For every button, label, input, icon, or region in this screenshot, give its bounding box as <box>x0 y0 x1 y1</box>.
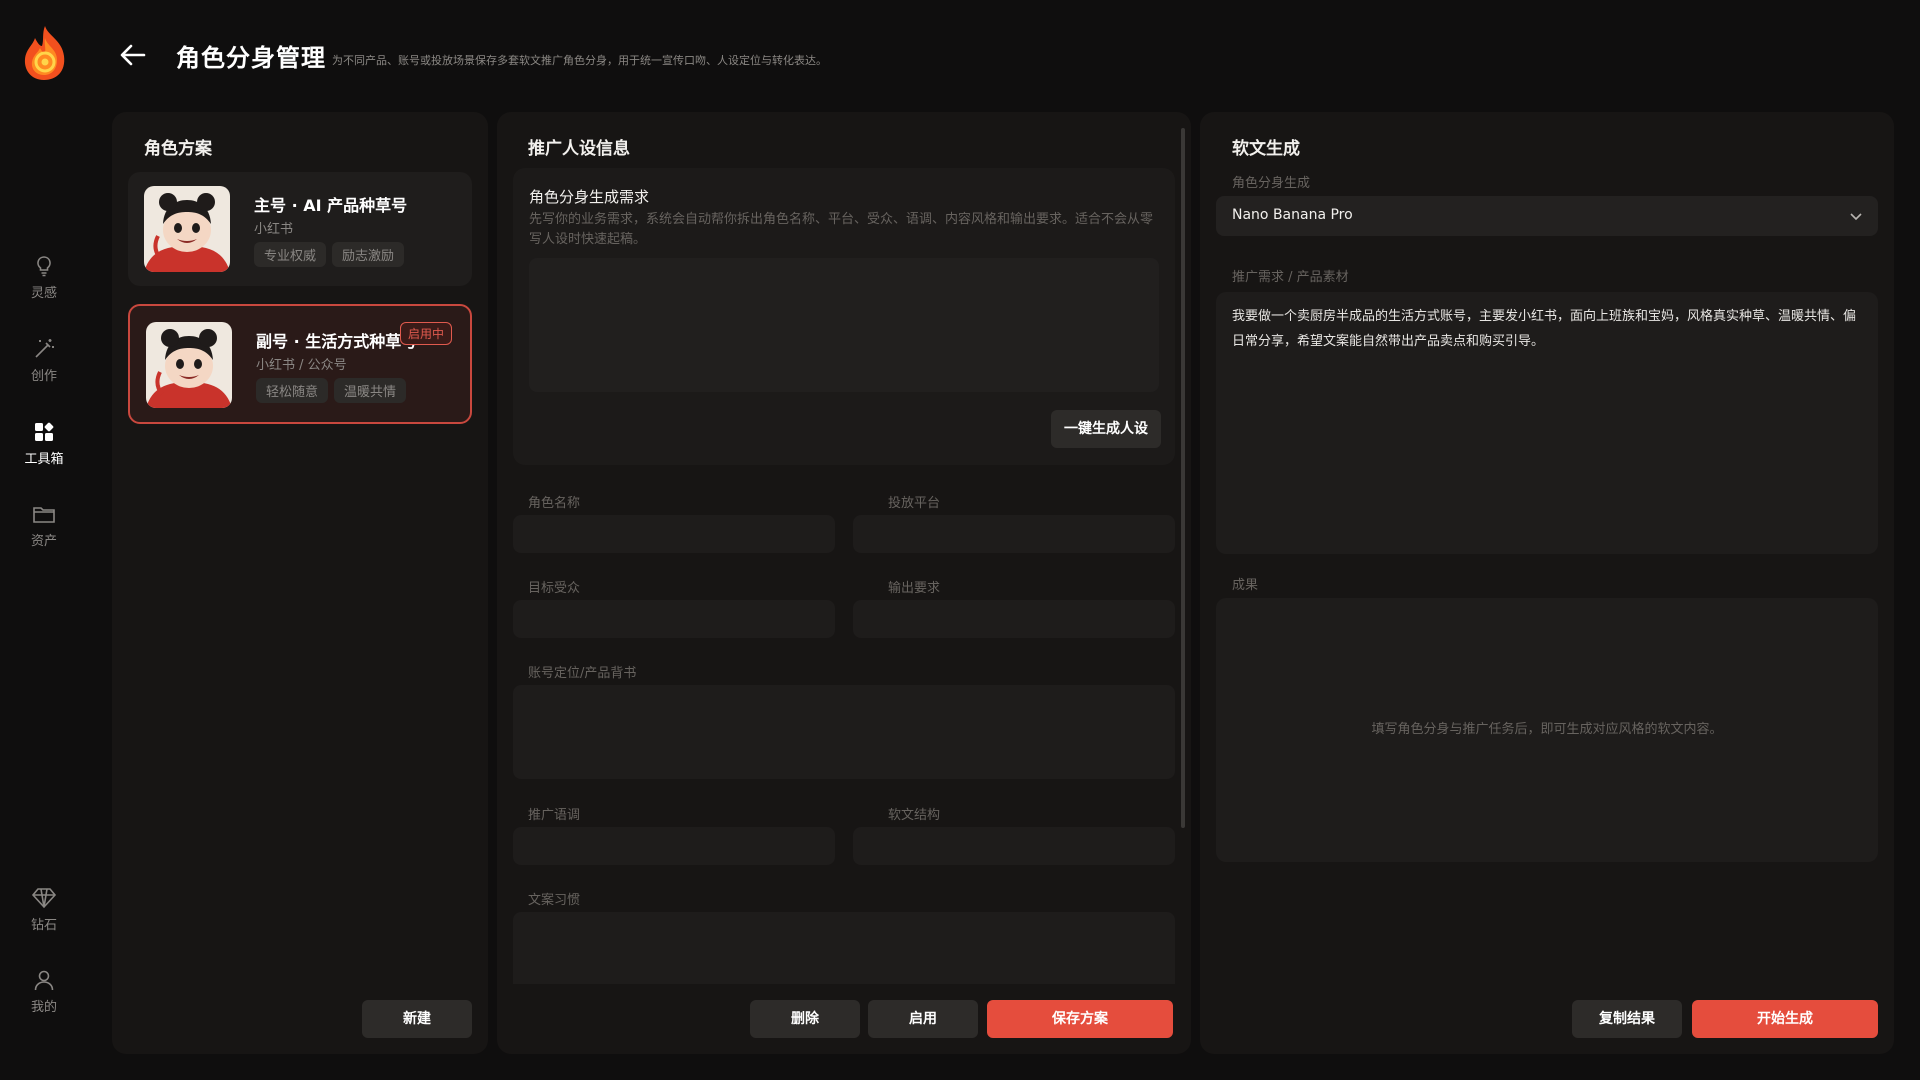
character-avatar-icon <box>146 322 232 408</box>
nav-diamond[interactable]: 钻石 <box>0 886 88 933</box>
role-name-label: 角色名称 <box>528 496 581 511</box>
generate-persona-button[interactable]: 一键生成人设 <box>1051 410 1161 448</box>
role-card-platform: 小红书 <box>254 222 294 237</box>
output-input[interactable] <box>853 600 1175 638</box>
role-tag: 温暖共情 <box>334 378 407 403</box>
nav-toolbox-label: 工具箱 <box>24 452 64 467</box>
platform-label: 投放平台 <box>888 496 941 511</box>
sidebar: 灵感 创作 工具箱 资产 钻石 我的 <box>0 0 88 1080</box>
positioning-label: 账号定位/产品背书 <box>528 666 637 681</box>
copy-result-button[interactable]: 复制结果 <box>1572 1000 1682 1038</box>
start-generate-button[interactable]: 开始生成 <box>1692 1000 1878 1038</box>
nav-assets[interactable]: 资产 <box>0 502 88 549</box>
result-box: 填写角色分身与推广任务后，即可生成对应风格的软文内容。 <box>1216 598 1878 862</box>
enable-button[interactable]: 启用 <box>868 1000 978 1038</box>
active-status-badge: 启用中 <box>400 322 453 345</box>
role-card-platform: 小红书 / 公众号 <box>256 358 347 373</box>
role-card-tags: 专业权威 励志激励 <box>254 242 410 267</box>
roles-panel: 角色方案 主号 · AI 产品种草号 小红书 专业权威 励志激励 副号 · 生活… <box>112 112 488 1054</box>
result-label: 成果 <box>1232 578 1259 593</box>
nav-inspiration-label: 灵感 <box>30 286 57 301</box>
requirement-textarea[interactable]: 我要做一个卖厨房半成品的生活方式账号，主要发小红书，面向上班族和宝妈，风格真实种… <box>1216 292 1878 554</box>
persona-generate-box: 角色分身生成需求 先写你的业务需求，系统会自动帮你拆出角色名称、平台、受众、语调… <box>513 168 1175 465</box>
magic-wand-icon <box>35 339 54 358</box>
role-tag: 励志激励 <box>332 242 405 267</box>
user-icon <box>34 970 54 991</box>
role-avatar <box>144 186 230 272</box>
result-placeholder: 填写角色分身与推广任务后，即可生成对应风格的软文内容。 <box>1371 722 1723 737</box>
role-tag: 轻松随意 <box>256 378 329 403</box>
tone-input[interactable] <box>513 827 835 865</box>
habit-label: 文案习惯 <box>528 893 581 908</box>
nav-inspiration[interactable]: 灵感 <box>0 254 88 301</box>
nav-create[interactable]: 创作 <box>0 337 88 384</box>
softgen-panel-title: 软文生成 <box>1232 139 1300 159</box>
persona-requirement-input[interactable] <box>529 258 1159 392</box>
nav-profile-label: 我的 <box>30 1000 57 1015</box>
role-card-name: 副号 · 生活方式种草号 <box>256 332 418 351</box>
habit-input[interactable] <box>513 912 1175 984</box>
structure-input[interactable] <box>853 827 1175 865</box>
roles-panel-title: 角色方案 <box>144 139 212 159</box>
requirement-text: 我要做一个卖厨房半成品的生活方式账号，主要发小红书，面向上班族和宝妈，风格真实种… <box>1232 309 1857 349</box>
model-select-value: Nano Banana Pro <box>1232 207 1353 223</box>
audience-input[interactable] <box>513 600 835 638</box>
delete-button[interactable]: 删除 <box>750 1000 860 1038</box>
tone-label: 推广语调 <box>528 808 581 823</box>
role-card-main[interactable]: 主号 · AI 产品种草号 小红书 专业权威 励志激励 <box>128 172 472 286</box>
persona-generate-title: 角色分身生成需求 <box>529 188 650 206</box>
back-arrow-icon[interactable] <box>118 40 148 70</box>
positioning-input[interactable] <box>513 685 1175 779</box>
persona-panel: 推广人设信息 角色分身生成需求 先写你的业务需求，系统会自动帮你拆出角色名称、平… <box>497 112 1191 1054</box>
diamond-icon <box>31 888 57 909</box>
role-tag: 专业权威 <box>254 242 327 267</box>
nav-create-label: 创作 <box>30 369 57 384</box>
role-card-secondary[interactable]: 副号 · 生活方式种草号 启用中 小红书 / 公众号 轻松随意 温暖共情 <box>128 304 472 424</box>
persona-generate-desc: 先写你的业务需求，系统会自动帮你拆出角色名称、平台、受众、语调、内容风格和输出要… <box>529 212 1154 247</box>
page-title: 角色分身管理 <box>176 44 326 72</box>
role-name-input[interactable] <box>513 515 835 553</box>
role-card-name: 主号 · AI 产品种草号 <box>254 196 408 215</box>
structure-label: 软文结构 <box>888 808 941 823</box>
model-select[interactable]: Nano Banana Pro <box>1216 196 1878 236</box>
platform-input[interactable] <box>853 515 1175 553</box>
toolbox-grid-icon <box>35 422 54 441</box>
save-plan-button[interactable]: 保存方案 <box>987 1000 1173 1038</box>
character-avatar-icon <box>144 186 230 272</box>
audience-label: 目标受众 <box>528 581 581 596</box>
role-avatar <box>146 322 232 408</box>
softgen-panel: 软文生成 角色分身生成 Nano Banana Pro 推广需求 / 产品素材 … <box>1200 112 1894 1054</box>
chevron-down-icon <box>1850 213 1862 221</box>
persona-panel-title: 推广人设信息 <box>528 139 630 159</box>
nav-profile[interactable]: 我的 <box>0 968 88 1015</box>
nav-assets-label: 资产 <box>30 534 57 549</box>
new-role-button[interactable]: 新建 <box>362 1000 472 1038</box>
nav-diamond-label: 钻石 <box>30 918 57 933</box>
persona-scrollbar[interactable] <box>1181 128 1185 828</box>
role-card-tags: 轻松随意 温暖共情 <box>256 378 412 403</box>
lightbulb-icon <box>37 256 51 277</box>
requirement-label: 推广需求 / 产品素材 <box>1232 270 1349 285</box>
nav-toolbox[interactable]: 工具箱 <box>0 420 88 467</box>
model-label: 角色分身生成 <box>1232 176 1311 191</box>
output-label: 输出要求 <box>888 581 941 596</box>
page-subtitle: 为不同产品、账号或投放场景保存多套软文推广角色分身，用于统一宣传口吻、人设定位与… <box>332 54 827 67</box>
flame-logo-icon <box>24 26 65 80</box>
folder-icon <box>33 507 55 523</box>
